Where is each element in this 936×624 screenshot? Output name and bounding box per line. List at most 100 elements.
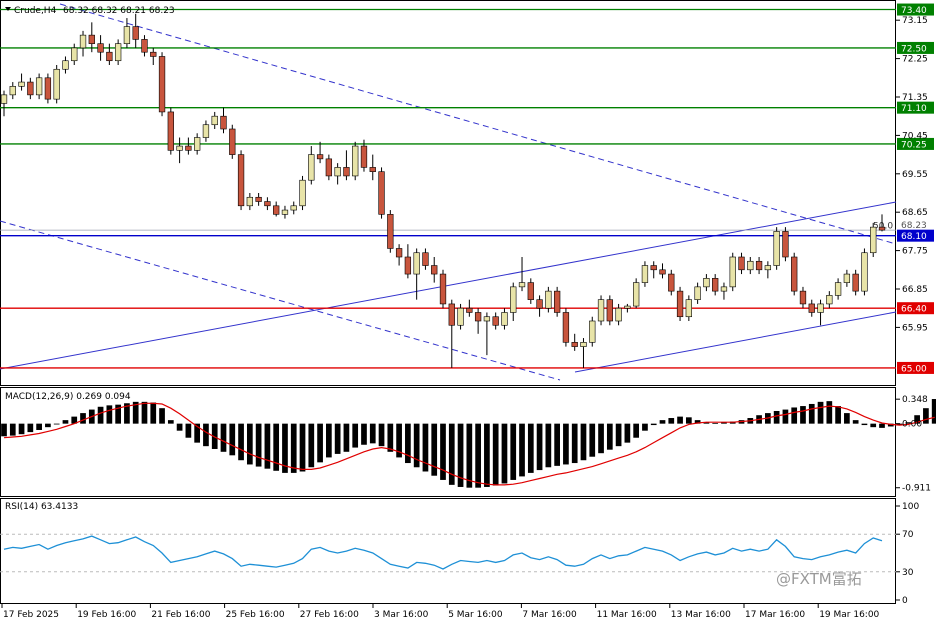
rsi-tick-label: 100 [902,502,919,512]
candle-body [747,260,754,271]
macd-bar [931,399,936,424]
macd-bar [685,417,692,424]
candle-body [44,77,52,100]
candle-body [755,260,763,271]
candle-body [35,77,43,96]
candle-body [316,154,324,160]
candle-body [123,26,131,44]
time-tick-label: 27 Feb 16:00 [300,610,359,620]
price-tick-label: 66.85 [902,285,928,295]
macd-bar [53,423,60,425]
macd-bar [308,423,315,468]
chart-root: 73.40 72.50 71.10 70.25 68.10 66.40 65.00 68.23… [0,0,936,624]
candle-body [808,303,815,313]
price-tick-label: 69.55 [902,170,928,180]
candle-body [211,115,218,126]
level-label-4: 68.10 [901,232,927,242]
macd-bar [317,423,323,463]
time-tick-label: 13 Mar 16:00 [671,610,731,620]
candle-body [712,278,719,292]
candle-body [799,290,807,305]
candle-body [431,265,438,275]
candle-body [545,290,552,309]
macd-bar [264,423,271,469]
macd-bar [826,401,833,424]
candle-body [334,167,341,177]
candle-body [422,252,429,266]
candle-body [518,282,526,288]
macd-bar [229,423,236,456]
macd-bar [633,423,640,438]
macd-bar [519,423,525,477]
candle-body [9,86,16,96]
macd-bar [571,423,578,464]
macd-bar [405,423,411,464]
candle-body [106,51,113,62]
macd-bar [589,423,596,457]
macd-bar [238,423,244,461]
macd-bar [659,420,666,424]
candle-body [527,282,534,300]
macd-bar [387,423,394,452]
macd-bar [18,423,25,435]
macd-bar [106,405,113,424]
candle-body [571,342,578,347]
rsi-tick-label: 30 [902,568,914,578]
candle-body [501,312,508,326]
candle-body [580,342,587,347]
candle-body [817,303,824,313]
candle-body [589,320,596,343]
candle-body [624,305,631,309]
macd-bar [870,423,877,428]
candle-body [729,256,736,288]
macd-bar [712,422,719,424]
macd-bar [650,423,657,426]
candle-body [738,256,745,271]
candle-body [633,282,640,307]
candle-body [255,196,262,202]
macd-tick-label: 0.348 [902,395,928,405]
candle-body [194,137,201,151]
candle-body [448,303,455,326]
rsi-tick-label: 0 [902,596,908,606]
candle-body [167,111,174,151]
macd-bar [808,403,815,424]
macd-bar [677,416,683,424]
macd-bar [492,423,499,486]
macd-bar [361,423,367,445]
time-tick-label: 17 Feb 2025 [3,610,59,620]
time-tick-label: 7 Mar 16:00 [522,610,577,620]
candle-body [369,167,376,172]
macd-bar [536,423,543,471]
candle-body [18,81,25,87]
macd-bar [343,423,350,452]
time-tick-label: 11 Mar 16:00 [597,610,657,620]
candle-body [132,26,139,40]
price-tick-label: 65.95 [902,323,928,333]
candle-body [325,158,333,177]
candle-body [826,295,833,305]
candle-body [53,68,60,100]
candle-body [413,252,420,275]
ohlc-label: 68.32 68.32 68.21 68.23 [63,6,175,16]
candle-body [62,60,69,70]
candle-body [720,286,728,292]
macd-bar [563,423,569,465]
candle-body [676,290,684,318]
macd-bar [580,423,587,461]
candle-body [246,196,253,207]
time-tick-label: 3 Mar 16:00 [374,610,429,620]
macd-bar [150,402,157,424]
candle-body [668,273,675,292]
candle-body [360,145,368,168]
rsi-tick-label: 70 [902,530,914,540]
candle-body [273,205,280,215]
macd-bar [835,406,841,424]
candle-body [492,316,499,326]
candle-body [27,81,34,96]
macd-bar [369,423,376,444]
macd-bar [299,423,306,472]
candle-body [176,145,183,151]
candle-body [404,256,412,275]
macd-bar [326,423,332,458]
